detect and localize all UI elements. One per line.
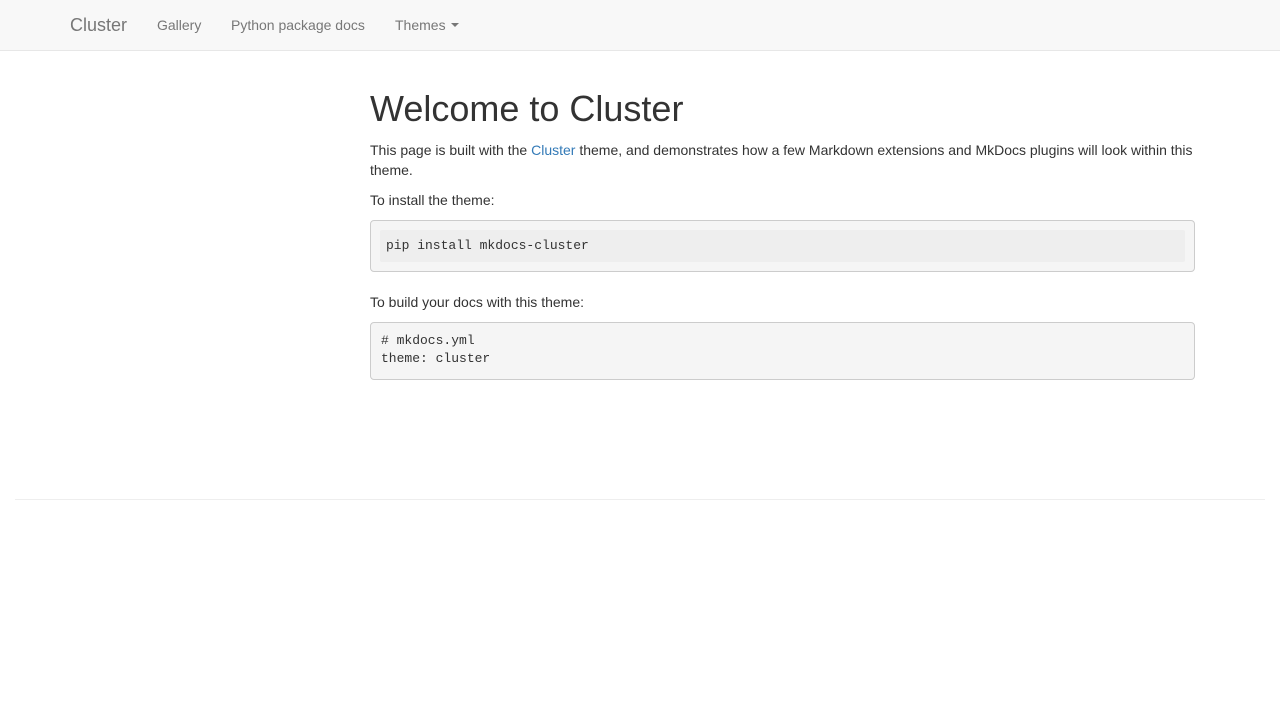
install-code-block: pip install mkdocs-cluster — [370, 220, 1195, 272]
install-label: To install the theme: — [370, 192, 495, 208]
top-navbar: Cluster Gallery Python package docs Them… — [0, 0, 1280, 51]
cluster-theme-link[interactable]: Cluster — [531, 142, 575, 158]
page-title: Welcome to Cluster — [370, 88, 684, 129]
intro-paragraph: This page is built with the Cluster them… — [370, 140, 1195, 180]
build-label: To build your docs with this theme: — [370, 294, 584, 310]
yaml-code-block: # mkdocs.yml theme: cluster — [370, 322, 1195, 380]
caret-down-icon — [450, 23, 459, 28]
install-command: pip install mkdocs-cluster — [380, 230, 1185, 262]
nav-link-python-package-docs[interactable]: Python package docs — [231, 16, 365, 34]
footer-divider — [15, 499, 1265, 500]
brand-link[interactable]: Cluster — [70, 14, 127, 36]
intro-text-before: This page is built with the — [370, 142, 532, 158]
nav-dropdown-themes-label: Themes — [395, 17, 446, 33]
nav-dropdown-themes[interactable]: Themes — [395, 16, 459, 34]
main-content: Welcome to Cluster This page is built wi… — [370, 88, 1195, 380]
nav-link-gallery[interactable]: Gallery — [157, 16, 201, 34]
